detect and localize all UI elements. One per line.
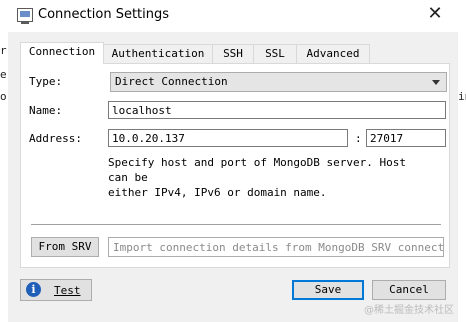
from-srv-button[interactable]: From SRV: [31, 237, 99, 257]
name-input[interactable]: localhost: [108, 101, 446, 119]
background-text: r: [0, 44, 7, 57]
divider: [31, 224, 441, 225]
title-bar[interactable]: Connection Settings ✕: [8, 0, 458, 32]
tab-ssh[interactable]: SSH: [212, 44, 254, 63]
connection-tab-panel: Type: Direct Connection Name: localhost …: [20, 63, 450, 268]
cancel-button[interactable]: Cancel: [372, 280, 446, 300]
tab-connection[interactable]: Connection: [20, 42, 104, 64]
chevron-down-icon: [432, 80, 440, 85]
test-button[interactable]: i Test: [20, 279, 92, 301]
srv-connection-input[interactable]: Import connection details from MongoDB S…: [108, 237, 444, 257]
hint-line: Specify host and port of MongoDB server.…: [108, 156, 407, 184]
background-text: o: [0, 90, 7, 103]
address-hint: Specify host and port of MongoDB server.…: [108, 155, 428, 200]
info-icon: i: [26, 282, 41, 297]
port-separator: :: [355, 132, 362, 145]
save-button[interactable]: Save: [292, 280, 364, 300]
window-title: Connection Settings: [38, 7, 170, 22]
background-window-left: r e o: [0, 0, 8, 322]
srv-input-placeholder: Import connection details from MongoDB S…: [113, 241, 443, 254]
host-value: 10.0.20.137: [112, 132, 185, 145]
type-label: Type:: [29, 75, 63, 88]
watermark: @稀土掘金技术社区: [364, 305, 454, 316]
background-text: in: [458, 90, 466, 103]
connection-type-value: Direct Connection: [115, 75, 228, 88]
port-value: 27017: [370, 132, 404, 145]
hint-line: either IPv4, IPv6 or domain name.: [108, 186, 327, 199]
close-icon[interactable]: ✕: [424, 3, 446, 25]
port-input[interactable]: 27017: [366, 129, 446, 147]
address-label: Address:: [29, 132, 82, 145]
app-window-icon: [17, 8, 33, 24]
connection-settings-window: r e o in Connection Settings ✕ Connectio…: [0, 0, 466, 322]
background-window-right: in: [458, 0, 466, 322]
tab-authentication[interactable]: Authentication: [103, 44, 213, 63]
background-text: e: [0, 68, 7, 81]
host-input[interactable]: 10.0.20.137: [108, 129, 348, 147]
name-value: localhost: [112, 104, 172, 117]
name-label: Name:: [29, 104, 63, 117]
dialog-body: Connection Authentication SSH SSL Advanc…: [8, 32, 458, 314]
tab-ssl[interactable]: SSL: [253, 44, 297, 63]
tab-advanced[interactable]: Advanced: [296, 44, 370, 63]
connection-type-select[interactable]: Direct Connection: [110, 72, 447, 92]
test-label: Test: [54, 284, 81, 297]
